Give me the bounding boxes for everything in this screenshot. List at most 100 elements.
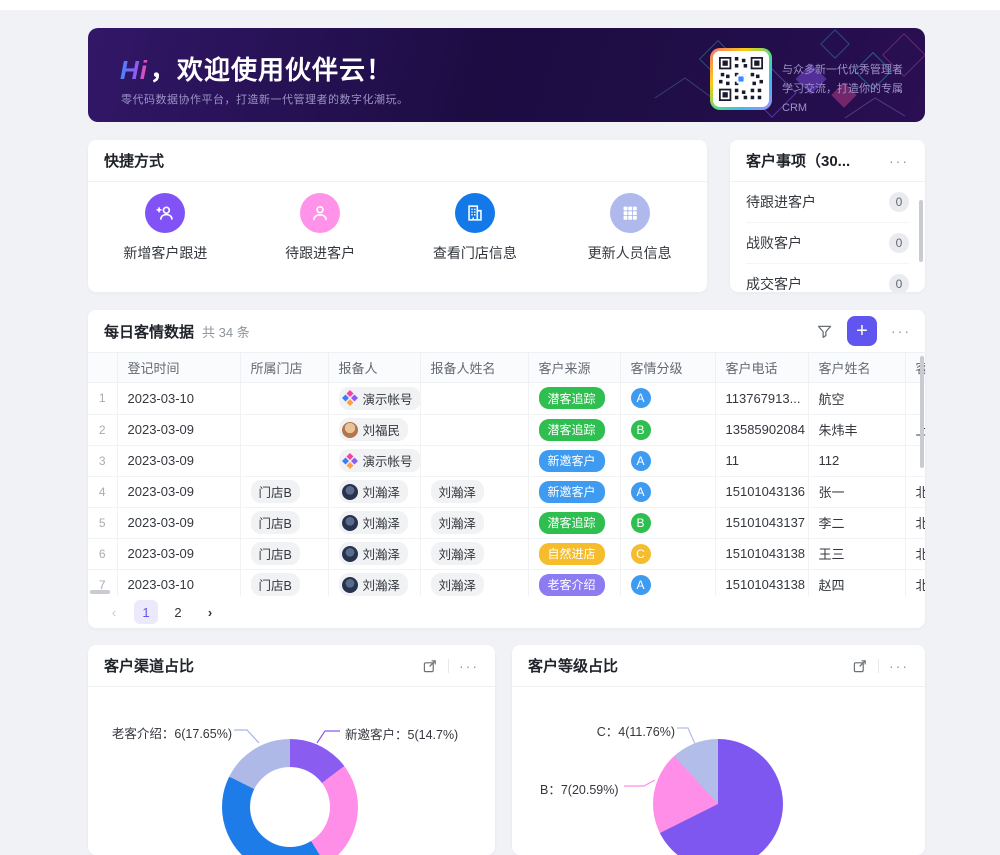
demo-account-logo-icon [342,390,358,406]
page-button-2[interactable]: 2 [166,600,190,624]
cell-date: 2023-03-09 [117,476,240,507]
chart-title: 客户渠道占比 [104,655,194,676]
column-header[interactable]: 客情分级 [620,353,715,383]
scrollbar-vertical[interactable] [919,200,923,262]
cell-reporter: 演示帐号 [339,449,421,472]
cell-reporter: 刘瀚泽 [339,511,409,534]
chevron-right-icon[interactable]: › [198,600,222,624]
column-header[interactable]: 客户来源 [528,353,620,383]
cell-phone: 113767913... [715,383,808,414]
cell-address: 北 [905,476,925,507]
shortcuts-card: 快捷方式 新增客户跟进 待跟进客户 [88,140,707,292]
row-index: 2 [88,414,117,445]
cell-reporter-name: 刘瀚泽 [431,542,485,565]
more-icon[interactable]: ··· [459,658,479,674]
source-tag: 老客介绍 [539,574,605,596]
more-icon[interactable]: ··· [889,658,909,674]
donut-chart-channel: 老客介绍：6(17.65%) 新邀客户：5(14.7%) [88,687,495,854]
shortcut-add-customer-followup[interactable]: 新增客户跟进 [88,193,243,263]
shortcut-label: 新增客户跟进 [123,243,207,263]
grade-badge: B [631,420,651,440]
cell-customer-name: 112 [808,445,905,476]
reporter-name: 刘瀚泽 [363,513,401,532]
column-header[interactable]: 登记时间 [117,353,240,383]
cell-customer-name: 王三 [808,538,905,569]
shortcut-label: 待跟进客户 [285,243,355,263]
cell-date: 2023-03-10 [117,569,240,596]
matter-label: 战败客户 [746,233,802,253]
banner-hi: Hi [120,55,148,85]
avatar [342,577,358,593]
open-in-new-icon[interactable] [422,658,438,674]
column-header[interactable]: 客户电话 [715,353,808,383]
daily-customer-table-body: 1 2023-03-10 演示帐号 潜客追踪 A 113767913... 航空… [88,383,925,596]
cell-address: 北 [905,507,925,538]
cell-phone: 15101043138 [715,538,808,569]
column-header[interactable]: 所属门店 [240,353,328,383]
reporter-name: 刘瀚泽 [363,482,401,501]
shortcut-update-staff-info[interactable]: 更新人员信息 [552,193,707,263]
qr-caption-line1: 与众多新一代优秀管理者 [782,61,925,80]
scrollbar-horizontal[interactable] [90,590,110,594]
source-tag: 潜客追踪 [539,419,605,441]
chart-label-laokejieshao: 老客介绍：6(17.65%) [112,723,232,742]
open-in-new-icon[interactable] [852,658,868,674]
row-index: 5 [88,507,117,538]
cell-store: 门店B [251,542,300,565]
shortcut-view-store-info[interactable]: 查看门店信息 [398,193,553,263]
source-tag: 新邀客户 [539,481,605,503]
table-title: 每日客情数据 [104,321,194,342]
cell-phone: 15101043138 [715,569,808,596]
table-row[interactable]: 4 2023-03-09 门店B 刘瀚泽 刘瀚泽 新邀客户 A 15101043… [88,476,925,507]
column-header[interactable]: 报备人 [328,353,420,383]
row-index: 6 [88,538,117,569]
matter-item-lost[interactable]: 战败客户 0 [746,223,909,264]
chevron-left-icon[interactable]: ‹ [102,600,126,624]
more-icon[interactable]: ··· [891,323,911,339]
column-header[interactable]: 客户姓名 [808,353,905,383]
divider [448,659,449,673]
add-record-button[interactable]: + [847,316,877,346]
table-row[interactable]: 1 2023-03-10 演示帐号 潜客追踪 A 113767913... 航空 [88,383,925,414]
pie-chart-level: C：4(11.76%) B：7(20.59%) [512,687,925,854]
filter-icon[interactable] [816,323,833,340]
top-strip [0,0,1000,10]
matter-item-won[interactable]: 成交客户 0 [746,264,909,292]
avatar [342,515,358,531]
cell-date: 2023-03-10 [117,383,240,414]
table-row[interactable]: 3 2023-03-09 演示帐号 新邀客户 A 11 112 [88,445,925,476]
table-row[interactable]: 6 2023-03-09 门店B 刘瀚泽 刘瀚泽 自然进店 C 15101043… [88,538,925,569]
table-row[interactable]: 2 2023-03-09 刘福民 潜客追踪 B 13585902084 朱炜丰 … [88,414,925,445]
cell-store: 门店B [251,511,300,534]
grade-badge: A [631,482,651,502]
shortcuts-title: 快捷方式 [88,140,707,182]
row-index: 4 [88,476,117,507]
cell-date: 2023-03-09 [117,507,240,538]
qr-caption: 与众多新一代优秀管理者 学习交流，打造你的专属CRM [782,61,925,118]
shortcut-pending-customers[interactable]: 待跟进客户 [243,193,398,263]
banner-subtitle: 零代码数据协作平台，打造新一代管理者的数字化潮玩。 [121,91,409,107]
cell-reporter: 演示帐号 [339,387,421,410]
cell-customer-name: 航空 [808,383,905,414]
column-header[interactable]: 报备人姓名 [420,353,528,383]
more-icon[interactable]: ··· [889,153,909,169]
reporter-name: 演示帐号 [363,451,413,470]
reporter-name: 刘福民 [363,420,401,439]
qr-caption-line2: 学习交流，打造你的专属CRM [782,80,925,118]
divider [878,659,879,673]
table-row[interactable]: 7 2023-03-10 门店B 刘瀚泽 刘瀚泽 老客介绍 A 15101043… [88,569,925,596]
grade-badge: A [631,388,651,408]
scrollbar-vertical[interactable] [920,356,924,468]
welcome-banner: Hi，欢迎使用伙伴云！ 零代码数据协作平台，打造新一代管理者的数字化潮玩。 [88,28,925,122]
page-button-1[interactable]: 1 [134,600,158,624]
matter-item-pending[interactable]: 待跟进客户 0 [746,182,909,223]
grade-badge: C [631,544,651,564]
table-row[interactable]: 5 2023-03-09 门店B 刘瀚泽 刘瀚泽 潜客追踪 B 15101043… [88,507,925,538]
matter-count-badge: 0 [889,274,909,292]
reporter-name: 刘瀚泽 [363,575,401,594]
matter-label: 成交客户 [746,274,802,292]
building-icon [455,193,495,233]
pagination: ‹ 1 2 › [88,596,925,628]
daily-customer-table: 登记时间 所属门店 报备人 报备人姓名 客户来源 客情分级 客户电话 客户姓名 … [88,352,925,383]
grade-badge: A [631,575,651,595]
